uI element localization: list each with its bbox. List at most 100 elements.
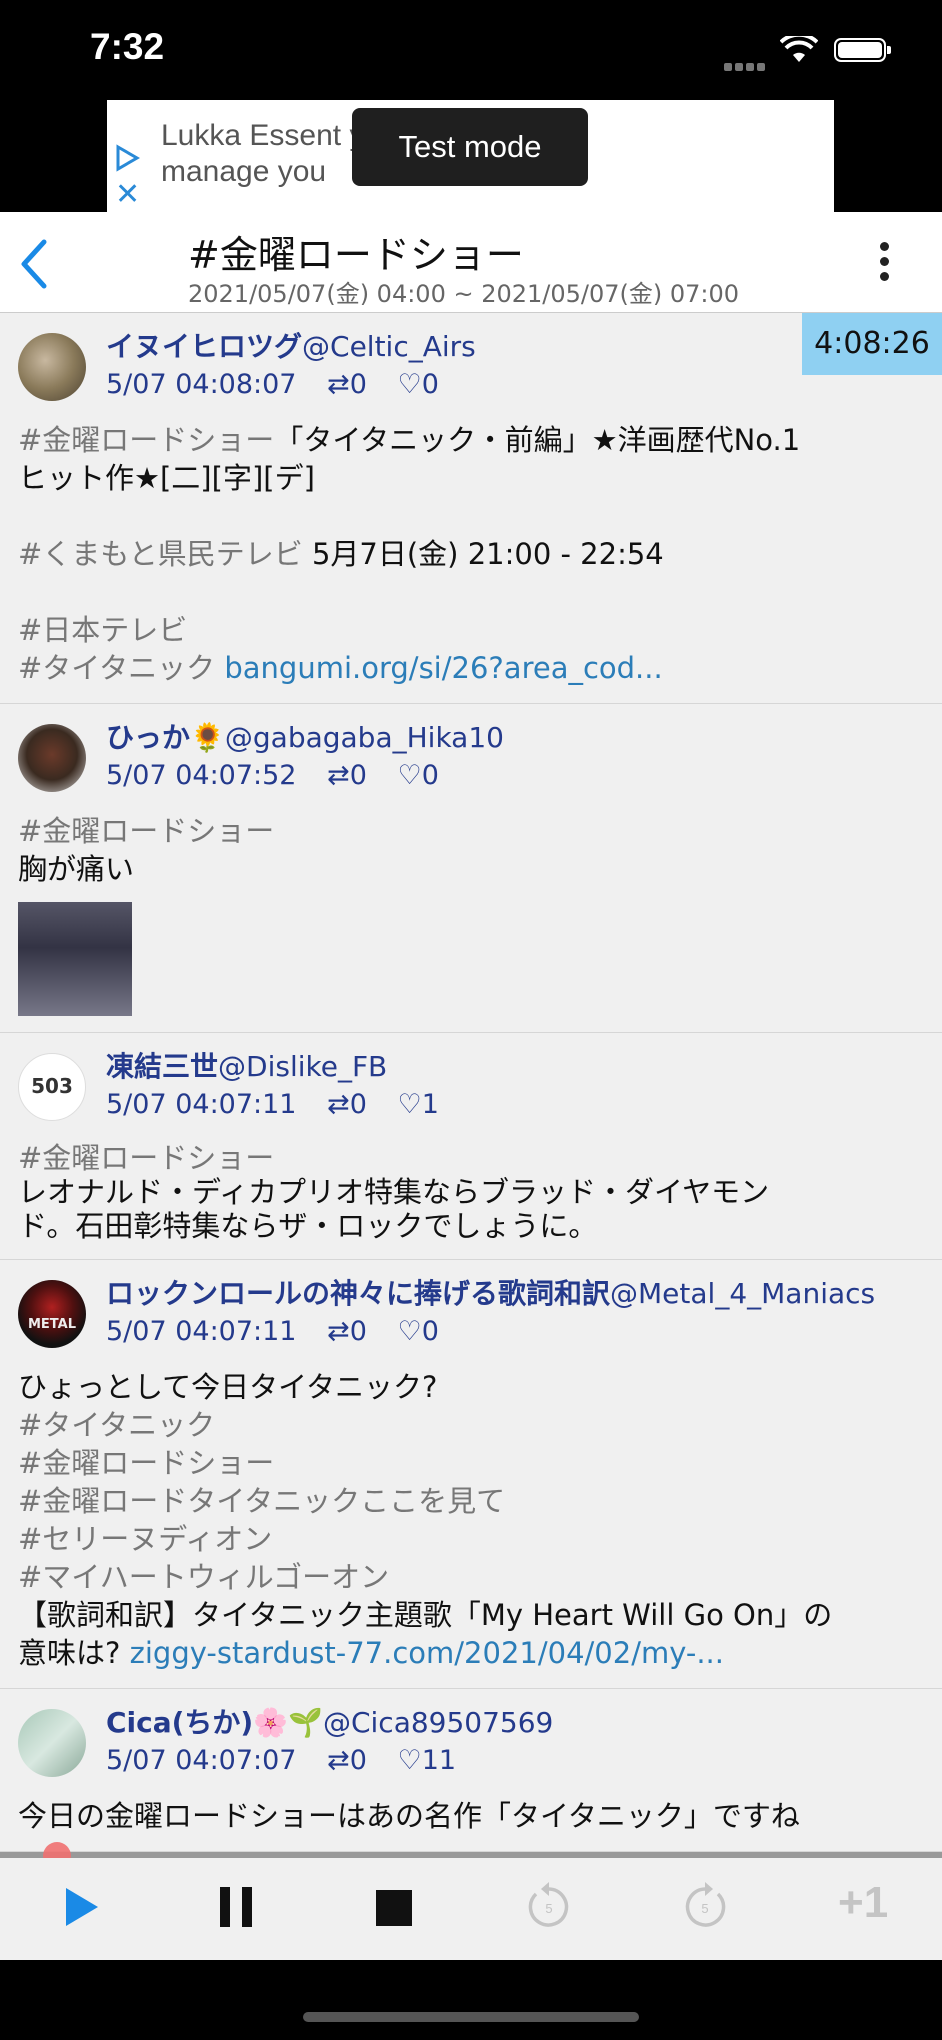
tweet-time: 5/07 04:08:07 xyxy=(106,369,297,400)
tweet-text-line: ヒット作★[二][字][デ] xyxy=(18,461,315,495)
tweet-media-thumbnail[interactable] xyxy=(18,902,132,1016)
tweet-item[interactable]: 503 凍結三世@Dislike_FB 5/07 04:07:11 ⇄0 ♡1 … xyxy=(0,1033,942,1260)
flower-sprout-emoji: 🌸🌱 xyxy=(253,1706,323,1739)
tweet-item[interactable]: METAL ロックンロールの神々に捧げる歌詞和訳@Metal_4_Maniacs… xyxy=(0,1260,942,1689)
tweet-text-line: ひょっとして今日タイタニック? xyxy=(18,1370,438,1404)
tweet-time: 5/07 04:07:11 xyxy=(106,1089,297,1120)
retweet-icon: ⇄ xyxy=(327,369,350,400)
heart-icon: ♡ xyxy=(397,1089,422,1120)
stop-icon[interactable] xyxy=(374,1884,414,1930)
pause-icon[interactable] xyxy=(216,1884,256,1930)
plus-one-button[interactable]: +1 xyxy=(838,1878,888,1928)
tweet-text: 5月7日(金) 21:00 - 22:54 xyxy=(302,537,664,571)
avatar[interactable]: METAL xyxy=(18,1280,86,1348)
like-count: 0 xyxy=(421,1316,439,1347)
sunflower-emoji: 🌻 xyxy=(190,721,225,754)
more-options-icon[interactable] xyxy=(880,242,890,287)
nav-header: #金曜ロードショー 2021/05/07(金) 04:00 ~ 2021/05/… xyxy=(0,212,942,313)
tweet-user-name: イヌイヒロツグ xyxy=(106,330,303,363)
tweet-stats: 5/07 04:07:11 ⇄0 ♡0 xyxy=(106,1314,924,1350)
heart-icon: ♡ xyxy=(397,1745,422,1776)
forward-seconds: 5 xyxy=(701,1901,708,1916)
retweet-icon: ⇄ xyxy=(327,760,350,791)
tweet-text-line: 意味は? ziggy-stardust-77.com/2021/04/02/my… xyxy=(18,1634,924,1672)
retweet-count: 0 xyxy=(349,1745,367,1776)
tweet-user-name: 凍結三世 xyxy=(106,1050,219,1083)
hashtag-link[interactable]: #タイタニック xyxy=(18,1406,924,1444)
tweet-body: ひょっとして今日タイタニック? #タイタニック #金曜ロードショー #金曜ロード… xyxy=(18,1368,924,1672)
play-icon[interactable] xyxy=(62,1884,102,1930)
tweet-body: #金曜ロードショー 胸が痛い xyxy=(18,812,924,1016)
tweet-user-handle: @Metal_4_Maniacs xyxy=(610,1277,876,1310)
tweet-text-line: #タイタニック bangumi.org/si/26?area_cod... xyxy=(18,649,924,687)
avatar[interactable] xyxy=(18,333,86,401)
avatar[interactable] xyxy=(18,1709,86,1777)
page-title: #金曜ロードショー xyxy=(188,233,524,277)
tweet-text-line: #くまもと県民テレビ 5月7日(金) 21:00 - 22:54 xyxy=(18,535,924,573)
tweet-text: 今日の金曜ロードショーはあの名作「タイタニック」ですね xyxy=(18,1799,800,1833)
tweet-text: 胸が痛い xyxy=(18,852,135,886)
like-count: 0 xyxy=(421,760,439,791)
tweet-user-handle: @gabagaba_Hika10 xyxy=(224,721,504,754)
hashtag-link[interactable]: #金曜ロードショー xyxy=(18,1141,924,1175)
rewind-seconds: 5 xyxy=(545,1901,552,1916)
status-time: 7:32 xyxy=(90,26,165,67)
hashtag-link[interactable]: #金曜ロードショー xyxy=(18,812,924,850)
tweet-text-line: レオナルド・ディカプリオ特集ならブラッド・ダイヤモン xyxy=(18,1175,770,1209)
hashtag-link[interactable]: #くまもと県民テレビ xyxy=(18,537,303,571)
like-count: 11 xyxy=(421,1745,457,1776)
tweet-user[interactable]: Cica(ちか)🌸🌱@Cica89507569 xyxy=(106,1705,924,1741)
url-link[interactable]: bangumi.org/si/26?area_cod... xyxy=(224,651,662,685)
tweet-item[interactable]: ひっか🌻@gabagaba_Hika10 5/07 04:07:52 ⇄0 ♡0… xyxy=(0,704,942,1033)
retweet-count: 0 xyxy=(349,1316,367,1347)
avatar[interactable] xyxy=(18,724,86,792)
rewind-5-icon[interactable]: 5 xyxy=(522,1880,576,1934)
retweet-count: 0 xyxy=(349,1089,367,1120)
hashtag-link[interactable]: #セリーヌディオン xyxy=(18,1520,924,1558)
heart-icon: ♡ xyxy=(397,1316,422,1347)
home-indicator-area xyxy=(0,1960,942,2040)
hashtag-link[interactable]: #金曜ロードショー xyxy=(18,1444,924,1482)
home-indicator[interactable] xyxy=(303,2012,639,2022)
heart-icon: ♡ xyxy=(397,760,422,791)
heart-icon: ♡ xyxy=(397,369,422,400)
wifi-icon xyxy=(780,36,818,62)
retweet-count: 0 xyxy=(349,760,367,791)
elapsed-time-badge: 4:08:26 xyxy=(802,313,942,375)
hashtag-link[interactable]: #金曜ロードタイタニックここを見て xyxy=(18,1482,924,1520)
url-link[interactable]: ziggy-stardust-77.com/2021/04/02/my-... xyxy=(130,1636,724,1670)
tweet-item[interactable]: Cica(ちか)🌸🌱@Cica89507569 5/07 04:07:07 ⇄0… xyxy=(0,1689,942,1852)
retweet-icon: ⇄ xyxy=(327,1089,350,1120)
tweet-user[interactable]: ロックンロールの神々に捧げる歌詞和訳@Metal_4_Maniacs xyxy=(106,1276,924,1312)
hashtag-link[interactable]: #タイタニック xyxy=(18,651,215,685)
tweet-text-line: #金曜ロードショー「タイタニック・前編」★洋画歴代No.1 xyxy=(18,423,801,457)
tweet-item[interactable]: イヌイヒロツグ@Celtic_Airs 5/07 04:08:07 ⇄0 ♡0 … xyxy=(0,313,942,704)
cellular-icon xyxy=(724,56,768,75)
tweet-time: 5/07 04:07:11 xyxy=(106,1316,297,1347)
back-chevron-icon[interactable] xyxy=(16,238,52,290)
status-bar: 7:32 xyxy=(0,0,942,100)
tweet-time: 5/07 04:07:52 xyxy=(106,760,297,791)
tweet-stats: 5/07 04:07:52 ⇄0 ♡0 xyxy=(106,758,924,794)
like-count: 1 xyxy=(421,1089,439,1120)
hashtag-link[interactable]: #日本テレビ xyxy=(18,611,924,649)
tweet-feed[interactable]: 4:08:26 イヌイヒロツグ@Celtic_Airs 5/07 04:08:0… xyxy=(0,313,942,1853)
tweet-body: 今日の金曜ロードショーはあの名作「タイタニック」ですね xyxy=(18,1797,924,1835)
tweet-text-line: 【歌詞和訳】タイタニック主題歌「My Heart Will Go On」の xyxy=(18,1598,833,1632)
tweet-body: #金曜ロードショー レオナルド・ディカプリオ特集ならブラッド・ダイヤモン ド。石… xyxy=(18,1141,924,1243)
hashtag-link[interactable]: #金曜ロードショー xyxy=(18,423,274,457)
tweet-user[interactable]: 凍結三世@Dislike_FB xyxy=(106,1049,924,1085)
battery-icon xyxy=(834,38,891,62)
avatar[interactable]: 503 xyxy=(18,1053,86,1121)
tweet-user-handle: @Dislike_FB xyxy=(218,1050,388,1083)
tweet-time: 5/07 04:07:07 xyxy=(106,1745,297,1776)
retweet-count: 0 xyxy=(349,369,367,400)
ad-choices-icon[interactable] xyxy=(113,144,141,172)
hashtag-link[interactable]: #マイハートウィルゴーオン xyxy=(18,1558,924,1596)
tweet-user[interactable]: ひっか🌻@gabagaba_Hika10 xyxy=(106,720,924,756)
tweet-user-name: ひっか xyxy=(106,721,191,754)
tweet-user-name: ロックンロールの神々に捧げる歌詞和訳 xyxy=(106,1277,611,1310)
like-count: 0 xyxy=(421,369,439,400)
ad-close-icon[interactable]: ✕ xyxy=(115,180,140,210)
forward-5-icon[interactable]: 5 xyxy=(678,1880,732,1934)
